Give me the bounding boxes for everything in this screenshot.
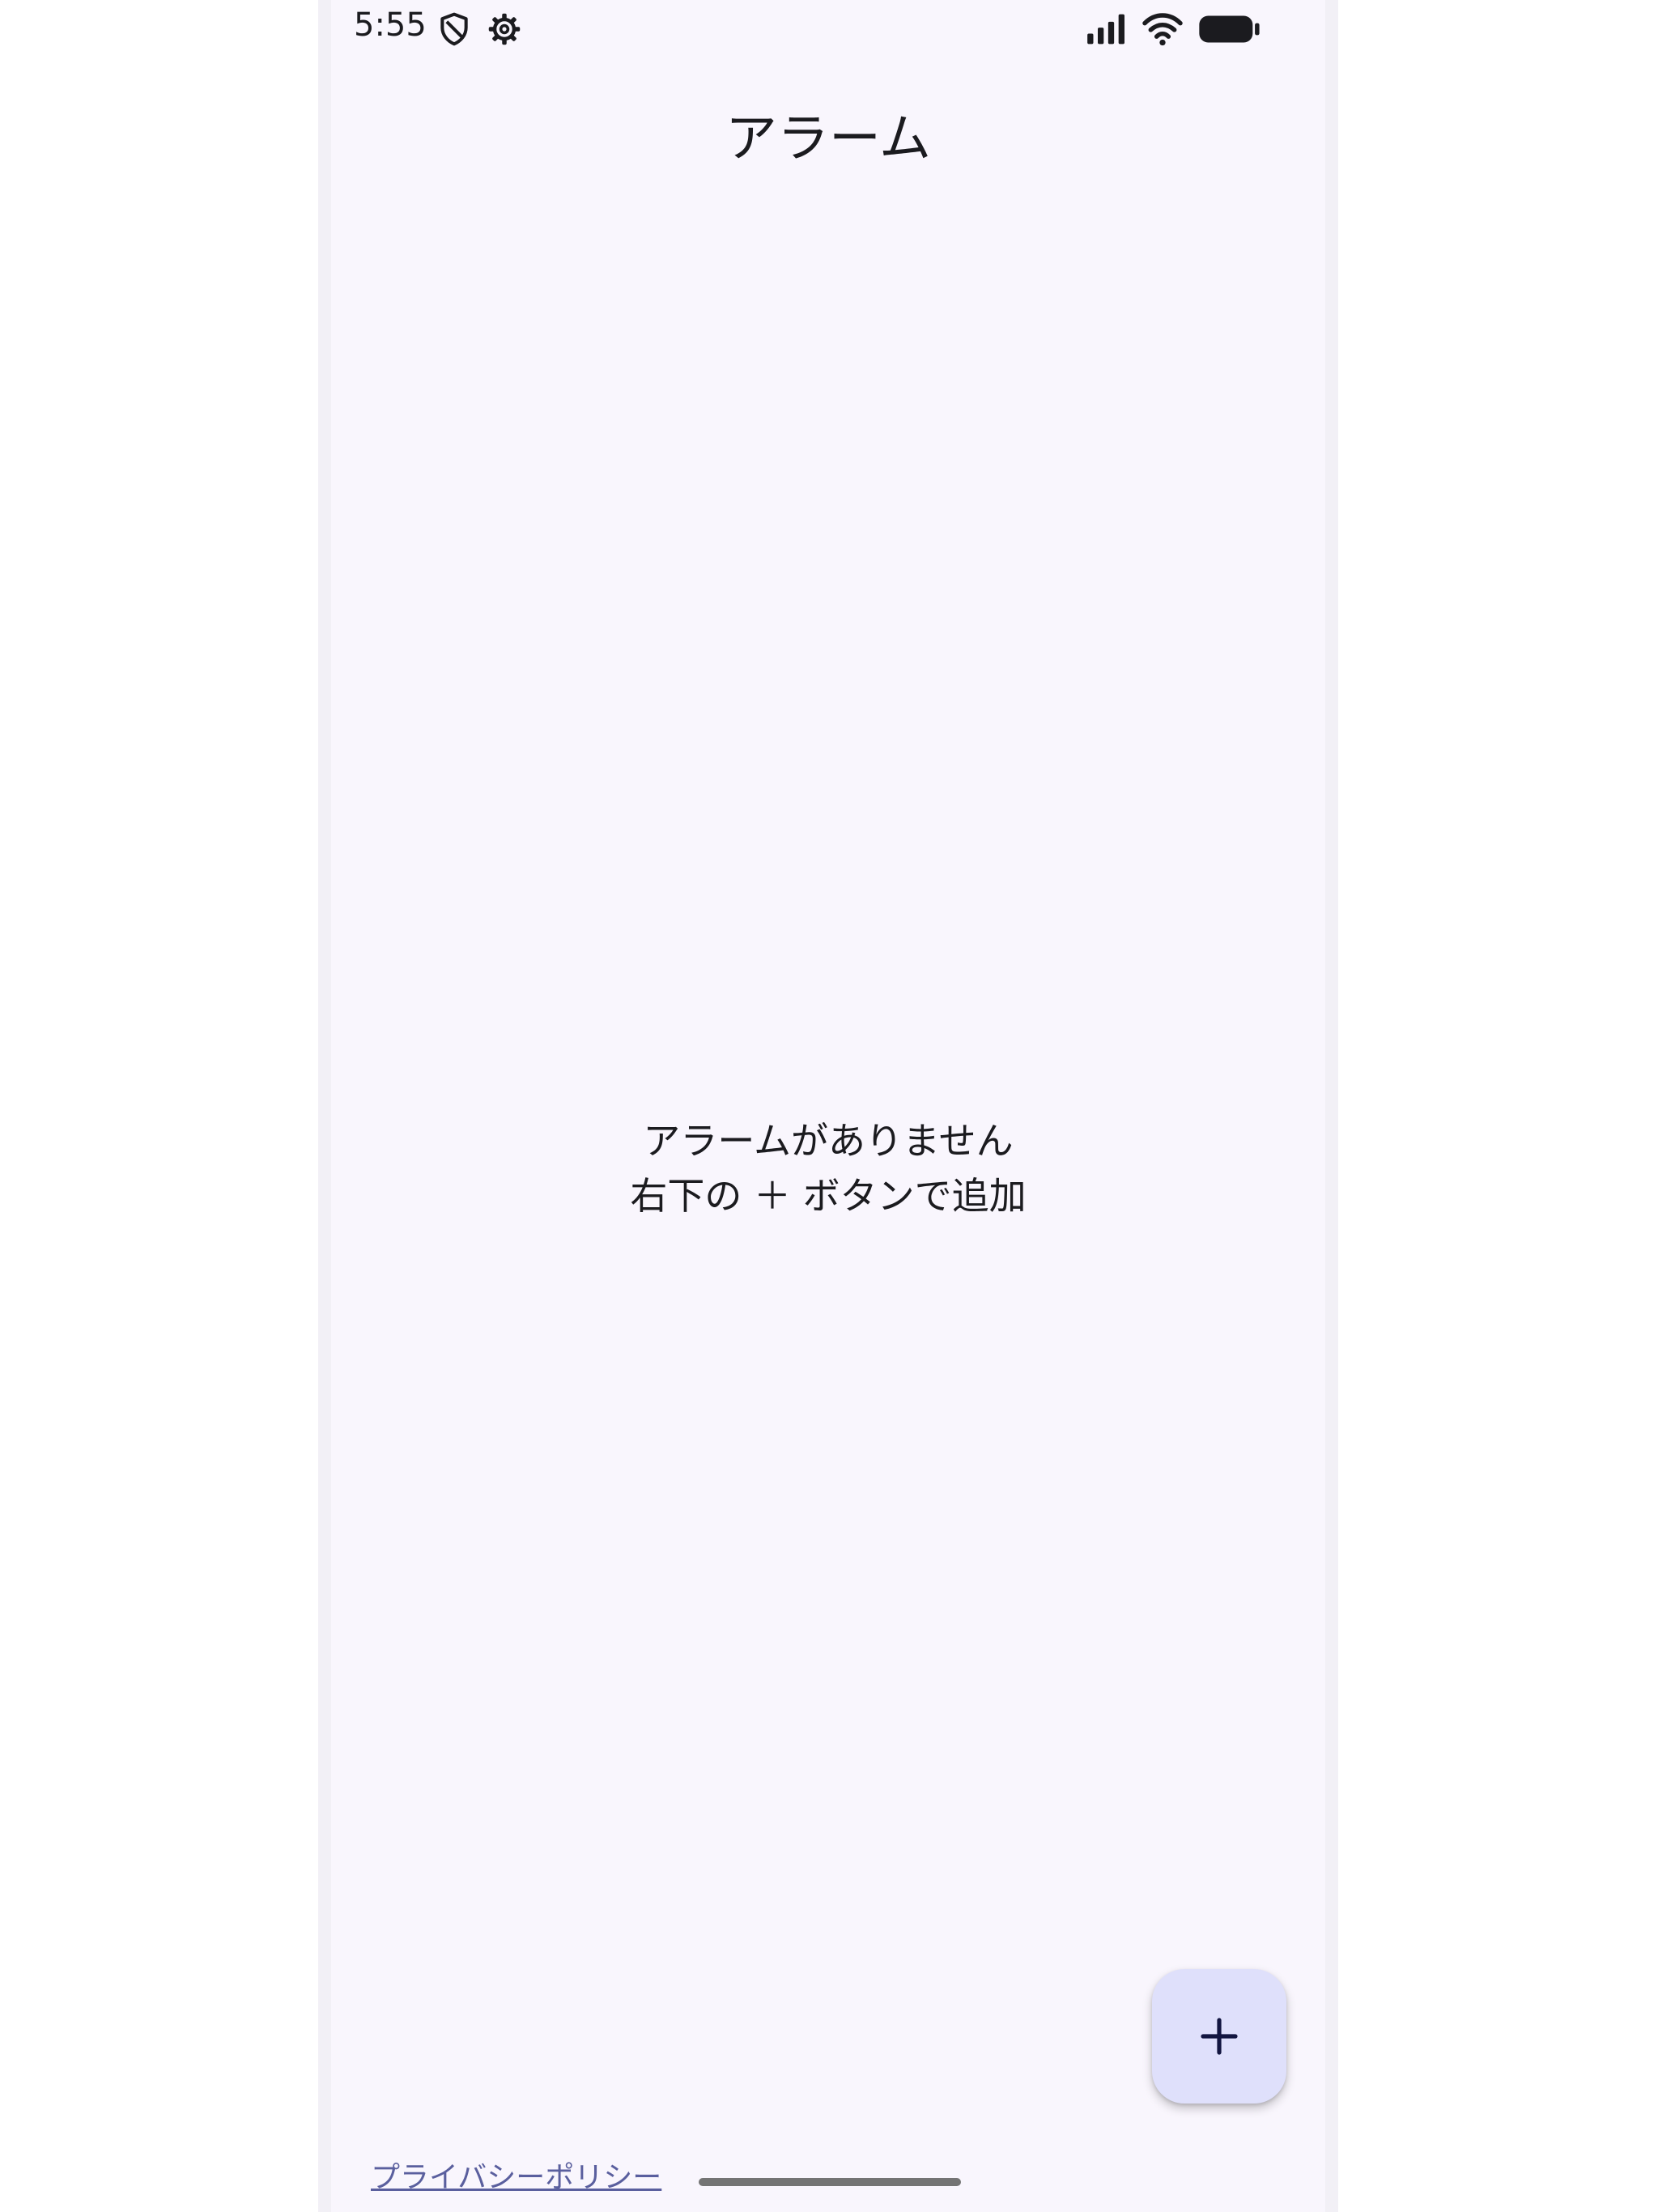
plus-icon <box>1201 2018 1238 2055</box>
privacy-policy-link[interactable]: プライバシーポリシー <box>371 2154 661 2196</box>
wifi-icon <box>1142 13 1183 46</box>
empty-state-line1: アラームがありません <box>643 1119 1014 1163</box>
empty-state-line2: 右下の ＋ ボタンで追加 <box>630 1174 1027 1218</box>
add-alarm-button[interactable] <box>1152 1969 1286 2104</box>
status-time: 5:55 <box>354 6 427 44</box>
battery-icon <box>1199 15 1260 43</box>
home-indicator[interactable] <box>699 2178 961 2186</box>
shield-icon <box>440 12 468 46</box>
signal-icon <box>1087 14 1124 45</box>
empty-state-message: アラームがありません 右下の ＋ ボタンで追加 <box>331 1113 1325 1223</box>
status-bar: 5:55 <box>331 0 1325 57</box>
phone-screen: 5:55 アラーム アラームがありません 右下の ＋ ボタンで追加 プライバシー… <box>318 0 1338 2212</box>
page-title: アラーム <box>725 109 932 169</box>
gear-icon <box>488 13 521 45</box>
